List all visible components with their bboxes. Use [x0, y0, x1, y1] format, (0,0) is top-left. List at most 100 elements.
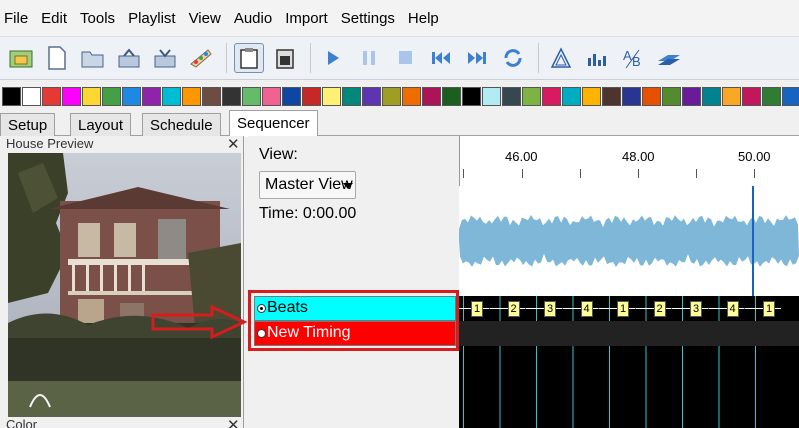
timing-mark-line [499, 296, 501, 428]
effect-tool-icon[interactable] [302, 86, 321, 106]
beat-mark[interactable]: 2 [653, 301, 666, 317]
effect-tool-icon[interactable] [722, 86, 741, 106]
effect-tool-icon[interactable] [282, 86, 301, 106]
effect-tool-icon[interactable] [82, 86, 101, 106]
tab-layout[interactable]: Layout [70, 113, 132, 136]
effect-tool-icon[interactable] [742, 86, 761, 106]
open-file-button[interactable] [78, 43, 108, 73]
effect-tool-icon[interactable] [222, 86, 241, 106]
new-file-button[interactable] [42, 43, 72, 73]
effect-tool-icon[interactable] [122, 86, 141, 106]
menu-audio[interactable]: Audio [234, 10, 272, 27]
effect-tool-icon[interactable] [662, 86, 681, 106]
beat-mark[interactable]: 2 [507, 301, 520, 317]
audio-waveform[interactable] [459, 186, 799, 296]
effect-tool-icon[interactable] [162, 86, 181, 106]
menu-help[interactable]: Help [408, 10, 439, 27]
save-button[interactable] [114, 43, 144, 73]
paste-button[interactable] [270, 43, 300, 73]
text-ab-button[interactable]: AB [618, 43, 648, 73]
effect-tool-icon[interactable] [502, 86, 521, 106]
effect-tool-icon[interactable] [782, 86, 799, 106]
beat-mark[interactable]: 1 [763, 301, 775, 317]
effect-tool-icon[interactable] [762, 86, 781, 106]
timing-mark-line [645, 296, 647, 428]
folder-open-icon [81, 51, 104, 68]
stop-button[interactable] [390, 43, 420, 73]
stop-icon [399, 51, 412, 64]
timing-mark-line [536, 296, 537, 428]
beat-mark[interactable]: 3 [544, 301, 556, 317]
effect-tool-icon[interactable] [562, 86, 581, 106]
color-panel-title: Color [6, 417, 38, 428]
menu-tools[interactable]: Tools [80, 10, 115, 27]
timing-mark-line [682, 296, 683, 428]
menu-playlist[interactable]: Playlist [128, 10, 176, 27]
effect-tool-icon[interactable] [2, 86, 21, 106]
new-timing-track[interactable] [459, 321, 799, 346]
effect-tool-icon[interactable] [642, 86, 661, 106]
effect-tool-icon[interactable] [322, 86, 341, 106]
tab-schedule[interactable]: Schedule [142, 113, 221, 136]
effect-tool-icon[interactable] [62, 86, 81, 106]
effect-tool-icon[interactable] [342, 86, 361, 106]
effect-tool-icon[interactable] [402, 86, 421, 106]
menu-import[interactable]: Import [285, 10, 328, 27]
clipboard-icon [240, 48, 258, 69]
effect-tool-icon[interactable] [542, 86, 561, 106]
rewind-button[interactable] [426, 43, 456, 73]
close-icon[interactable]: ✕ [227, 135, 240, 153]
new-sequence-button[interactable] [6, 43, 36, 73]
effect-tool-icon[interactable] [422, 86, 441, 106]
layers-button[interactable] [654, 43, 684, 73]
house-preview-title: House Preview [6, 136, 94, 151]
fast-forward-button[interactable] [462, 43, 492, 73]
effect-tool-icon[interactable] [682, 86, 701, 106]
effect-tool-icon[interactable] [602, 86, 621, 106]
render-button[interactable] [186, 43, 216, 73]
effect-tool-icon[interactable] [442, 86, 461, 106]
close-icon[interactable]: ✕ [227, 416, 240, 428]
menu-edit[interactable]: Edit [41, 10, 67, 27]
save-as-button[interactable] [150, 43, 180, 73]
menu-file[interactable]: File [4, 10, 28, 27]
effect-tool-icon[interactable] [702, 86, 721, 106]
time-ruler[interactable]: 46.00 48.00 50.00 [459, 136, 799, 186]
menu-view[interactable]: View [189, 10, 221, 27]
pause-button[interactable] [354, 43, 384, 73]
toolbar-separator [226, 43, 227, 73]
beat-mark[interactable]: 4 [726, 301, 739, 317]
play-cursor [752, 186, 754, 296]
beat-mark[interactable]: 1 [471, 301, 483, 317]
view-dropdown[interactable]: Master View [259, 171, 356, 199]
effect-tool-icon[interactable] [582, 86, 601, 106]
effect-tool-icon[interactable] [102, 86, 121, 106]
effect-tool-icon[interactable] [182, 86, 201, 106]
effect-tool-icon[interactable] [22, 86, 41, 106]
effect-tool-icon[interactable] [382, 86, 401, 106]
tab-sequencer[interactable]: Sequencer [229, 110, 318, 137]
beat-mark[interactable]: 4 [580, 301, 593, 317]
effect-tool-icon[interactable] [522, 86, 541, 106]
effect-tool-icon[interactable] [622, 86, 641, 106]
effect-tool-icon[interactable] [362, 86, 381, 106]
toolbar-separator [538, 43, 539, 73]
loop-button[interactable] [498, 43, 528, 73]
effect-tool-icon[interactable] [462, 86, 481, 106]
effect-tool-icon[interactable] [482, 86, 501, 106]
beat-mark[interactable]: 3 [690, 301, 702, 317]
menu-settings[interactable]: Settings [341, 10, 395, 27]
house-preview-panel: House Preview ✕ Color ✕ [0, 136, 244, 428]
ruler-tick [522, 169, 523, 178]
effect-tool-icon[interactable] [262, 86, 281, 106]
bars-button[interactable] [582, 43, 612, 73]
tab-setup[interactable]: Setup [0, 113, 56, 136]
effect-tool-icon[interactable] [42, 86, 61, 106]
beat-mark[interactable]: 1 [617, 301, 629, 317]
effect-tool-icon[interactable] [142, 86, 161, 106]
copy-button[interactable] [234, 43, 264, 73]
effect-tool-icon[interactable] [242, 86, 261, 106]
play-button[interactable] [318, 43, 348, 73]
effect-a-button[interactable] [546, 43, 576, 73]
effect-tool-icon[interactable] [202, 86, 221, 106]
